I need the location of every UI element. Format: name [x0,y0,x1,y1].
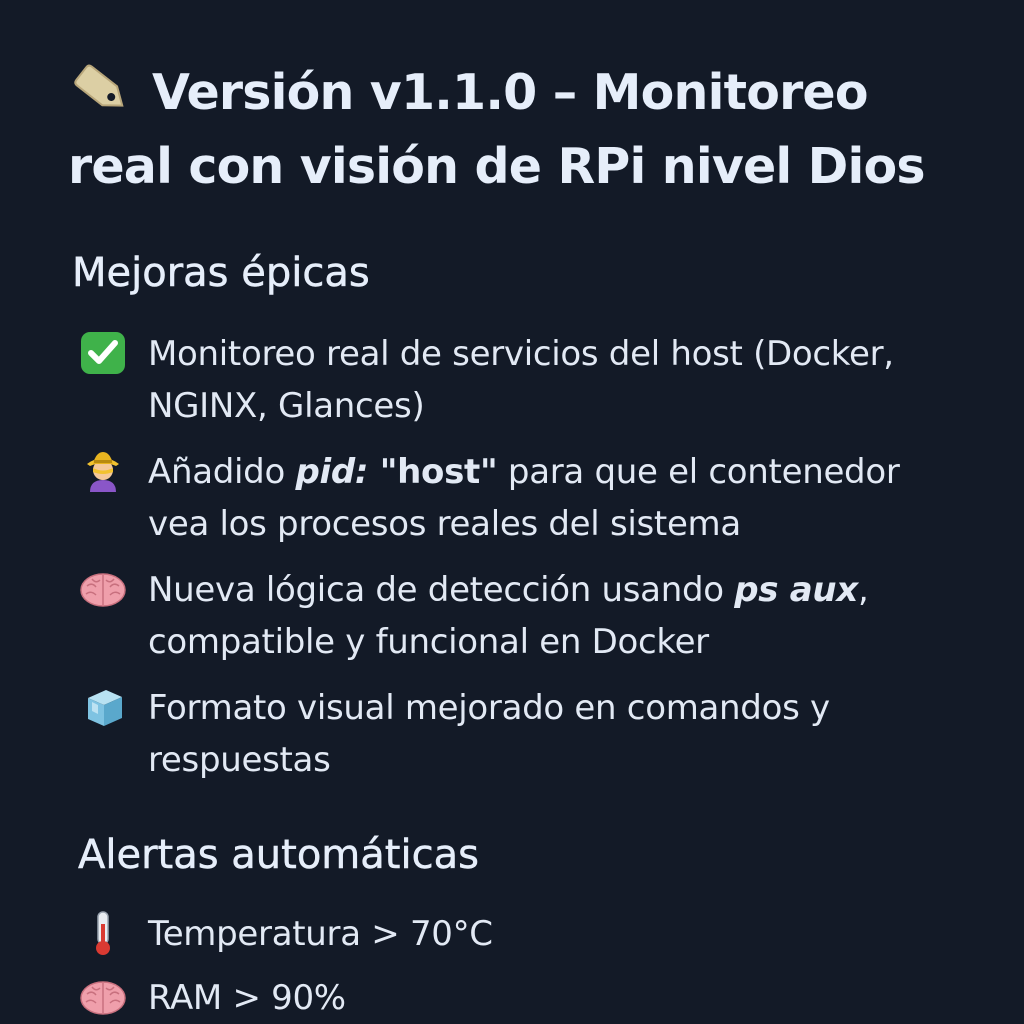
list-item-text: Formato visual mejorado en comandos y re… [148,688,830,780]
list-item-text: Añadido pid: "host" para que el contened… [148,452,900,544]
code-key: pid: [295,452,369,492]
code-value: "host" [368,452,498,492]
list-item-text: RAM > 90% [148,978,346,1018]
alerts-heading: Alertas automáticas [78,832,479,879]
code-text: ps aux [734,570,858,610]
thermometer-icon [96,911,110,955]
detective-icon [87,452,119,492]
ice-cube-icon [88,690,122,726]
improvements-heading: Mejoras épicas [72,250,370,297]
list-item-text: Nueva lógica de detección usando ps aux,… [148,570,869,662]
list-item-text: Temperatura > 70°C [148,914,493,954]
page-title-text: Versión v1.1.0 – Monitoreo real con visi… [68,64,926,195]
release-notes-page: Versión v1.1.0 – Monitoreo real con visi… [0,0,1024,1024]
label-tag-icon [74,64,124,107]
page-title: Versión v1.1.0 – Monitoreo real con visi… [68,56,988,204]
list-item-text: Monitoreo real de servicios del host (Do… [148,334,894,426]
brain-icon [80,573,126,607]
brain-icon [80,981,126,1015]
check-mark-icon [81,332,125,374]
